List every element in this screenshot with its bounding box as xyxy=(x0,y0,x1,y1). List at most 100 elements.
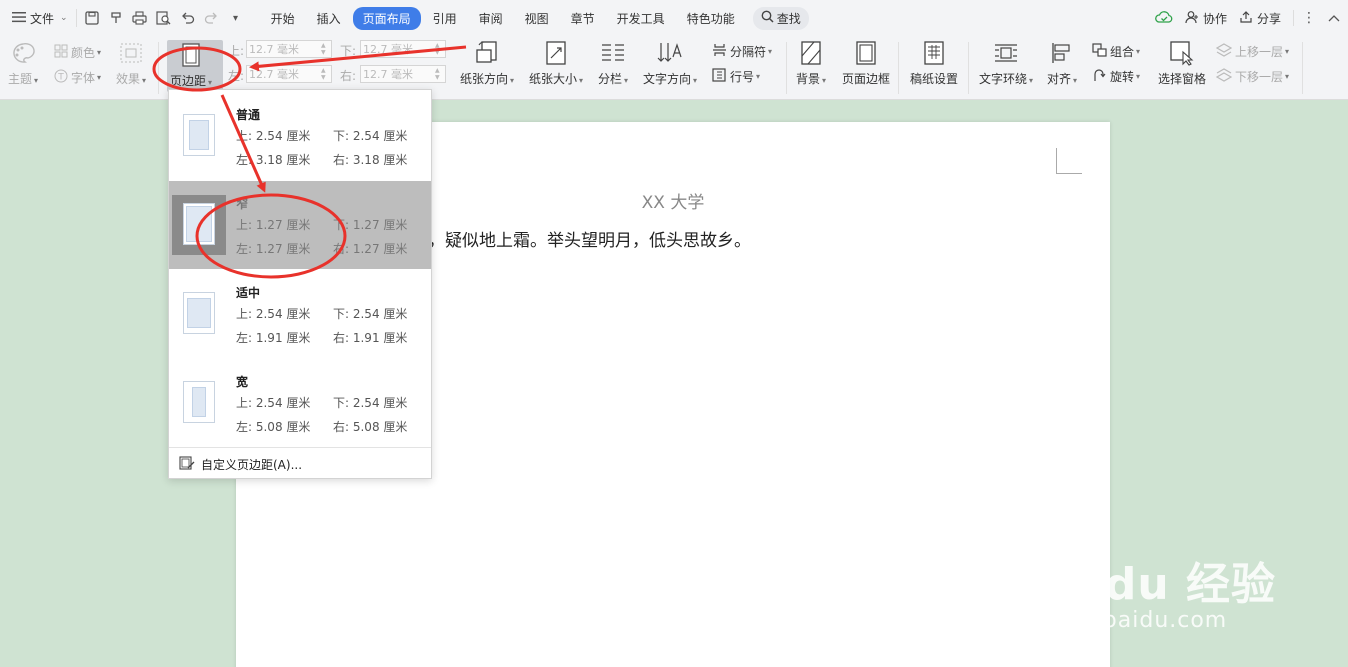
text-direction-label: 文字方向 xyxy=(643,72,692,86)
collapse-ribbon-icon[interactable] xyxy=(1328,11,1340,25)
theme-label: 主题 xyxy=(8,72,33,86)
columns-icon xyxy=(600,40,626,66)
print-preview-icon[interactable] xyxy=(155,9,173,27)
spin-arrows-icon[interactable]: ▲ ▼ xyxy=(435,42,445,56)
chevron-down-icon: ▾ xyxy=(624,76,629,85)
spin-arrows-icon[interactable]: ▲ ▼ xyxy=(435,67,445,81)
font-label: 字体 xyxy=(71,71,96,85)
page-margins-icon xyxy=(178,42,204,68)
share-button[interactable]: 分享 xyxy=(1239,10,1281,27)
chevron-down-icon: ▾ xyxy=(510,76,515,85)
margin-option-bottom: 下: 1.27 厘米 xyxy=(333,218,408,232)
chevron-down-icon: ▾ xyxy=(208,78,213,87)
right-margin-value: 12.7 毫米 xyxy=(363,68,413,81)
font-button[interactable]: T 字体 ▾ xyxy=(54,69,101,86)
page-border-label: 页面边框 xyxy=(842,72,891,86)
color-button[interactable]: 颜色 ▾ xyxy=(54,44,101,61)
tab-insert[interactable]: 插入 xyxy=(307,7,351,30)
page-margins-label: 页边距 xyxy=(170,74,207,88)
chevron-down-icon: ▾ xyxy=(1029,76,1034,85)
margin-option-right: 右: 1.27 厘米 xyxy=(333,242,408,256)
align-button[interactable]: 对齐 ▾ xyxy=(1047,40,1077,87)
tab-page-layout[interactable]: 页面布局 xyxy=(352,6,421,30)
effect-button[interactable]: 效果 ▾ xyxy=(116,40,146,87)
send-backward-button[interactable]: 下移一层 ▾ xyxy=(1215,68,1290,85)
more-options-icon[interactable]: ⋮ xyxy=(1293,10,1316,26)
page-margins-button-content[interactable]: 页边距 ▾ xyxy=(170,42,212,89)
undo-icon[interactable] xyxy=(179,9,197,27)
selection-pane-label: 选择窗格 xyxy=(1158,72,1207,86)
orientation-button[interactable]: 纸张方向 ▾ xyxy=(460,40,514,87)
margin-option-normal[interactable]: 普通 上: 2.54 厘米 下: 2.54 厘米 左: 3.18 厘米 右: 3… xyxy=(169,92,431,180)
tab-view[interactable]: 视图 xyxy=(515,7,559,30)
tab-features[interactable]: 特色功能 xyxy=(677,7,745,30)
search-button[interactable]: 查找 xyxy=(752,6,809,30)
custom-margins-item[interactable]: 自定义页边距(A)... xyxy=(179,456,302,473)
chevron-down-icon: ▾ xyxy=(1285,72,1290,81)
bring-forward-button[interactable]: 上移一层 ▾ xyxy=(1215,43,1290,60)
svg-text:T: T xyxy=(57,73,64,83)
tab-developer[interactable]: 开发工具 xyxy=(607,7,675,30)
divider xyxy=(898,42,899,94)
print-icon[interactable] xyxy=(131,9,149,27)
tab-review[interactable]: 审阅 xyxy=(469,7,513,30)
format-painter-icon[interactable] xyxy=(107,9,125,27)
selection-pane-button[interactable]: 选择窗格 xyxy=(1158,40,1206,87)
tab-home[interactable]: 开始 xyxy=(261,7,305,30)
effect-icon xyxy=(118,40,144,66)
spin-arrows-icon[interactable]: ▲ ▼ xyxy=(321,67,331,81)
margin-preview-icon xyxy=(183,203,215,245)
text-wrap-button[interactable]: 文字环绕 ▾ xyxy=(979,40,1033,87)
separator-button[interactable]: 分隔符 ▾ xyxy=(712,43,772,60)
hamburger-icon xyxy=(12,11,26,26)
separator-label: 分隔符 xyxy=(730,45,767,59)
margin-option-name: 适中 xyxy=(236,286,261,300)
left-margin-input[interactable]: 12.7 毫米 ▲ ▼ xyxy=(246,65,332,83)
tab-chapter[interactable]: 章节 xyxy=(561,7,605,30)
margin-option-bottom: 下: 2.54 厘米 xyxy=(333,129,408,143)
margin-option-wide[interactable]: 宽 上: 2.54 厘米 下: 2.54 厘米 左: 5.08 厘米 右: 5.… xyxy=(169,359,431,447)
background-label: 背景 xyxy=(796,72,821,86)
line-number-icon xyxy=(712,68,727,85)
chevron-down-icon: ▾ xyxy=(34,76,39,85)
margin-option-left: 左: 1.91 厘米 xyxy=(236,331,311,345)
theme-button[interactable]: 主题 ▾ xyxy=(8,40,38,87)
file-menu-button[interactable]: 文件 ⌄ xyxy=(0,6,76,30)
theme-icon xyxy=(10,40,36,66)
margin-preview-icon xyxy=(183,292,215,334)
save-icon[interactable] xyxy=(83,9,101,27)
manuscript-settings-button[interactable]: 稿纸设置 xyxy=(910,40,958,87)
color-palette-icon xyxy=(54,44,68,61)
divider xyxy=(1302,42,1303,94)
more-dropdown-icon[interactable]: ▾ xyxy=(227,9,245,27)
chevron-down-icon: ▾ xyxy=(579,76,584,85)
page-border-button[interactable]: 页面边框 xyxy=(842,40,890,87)
margin-option-right: 右: 3.18 厘米 xyxy=(333,153,408,167)
chevron-down-icon: ⌄ xyxy=(60,13,68,23)
paper-size-button[interactable]: 纸张大小 ▾ xyxy=(529,40,583,87)
divider xyxy=(786,42,787,94)
margin-option-narrow[interactable]: 窄 上: 1.27 厘米 下: 1.27 厘米 左: 1.27 厘米 右: 1.… xyxy=(169,181,431,269)
cloud-sync-icon[interactable] xyxy=(1155,10,1173,27)
redo-icon[interactable] xyxy=(203,9,221,27)
columns-label: 分栏 xyxy=(598,72,623,86)
share-label: 分享 xyxy=(1256,11,1281,26)
bottom-margin-input[interactable]: 12.7 毫米 ▲ ▼ xyxy=(360,40,446,58)
margin-option-left: 左: 3.18 厘米 xyxy=(236,153,311,167)
chevron-down-icon: ▾ xyxy=(1285,47,1290,56)
divider xyxy=(968,42,969,94)
background-button[interactable]: 背景 ▾ xyxy=(796,40,826,87)
line-number-button[interactable]: 行号 ▾ xyxy=(712,68,760,85)
spin-arrows-icon[interactable]: ▲ ▼ xyxy=(321,42,331,56)
left-margin-label: 左: xyxy=(228,69,245,83)
document-body-text[interactable]: ，疑似地上霜。举头望明月，低头思故乡。 xyxy=(428,226,751,251)
columns-button[interactable]: 分栏 ▾ xyxy=(598,40,628,87)
tab-references[interactable]: 引用 xyxy=(423,7,467,30)
rotate-button[interactable]: 旋转 ▾ xyxy=(1092,68,1140,85)
right-margin-input[interactable]: 12.7 毫米 ▲ ▼ xyxy=(360,65,446,83)
text-direction-button[interactable]: 文字方向 ▾ xyxy=(643,40,697,87)
margin-option-moderate[interactable]: 适中 上: 2.54 厘米 下: 2.54 厘米 左: 1.91 厘米 右: 1… xyxy=(169,270,431,358)
collaborate-button[interactable]: 协作 xyxy=(1185,10,1227,27)
top-margin-input[interactable]: 12.7 毫米 ▲ ▼ xyxy=(246,40,332,58)
group-button[interactable]: 组合 ▾ xyxy=(1092,43,1140,60)
